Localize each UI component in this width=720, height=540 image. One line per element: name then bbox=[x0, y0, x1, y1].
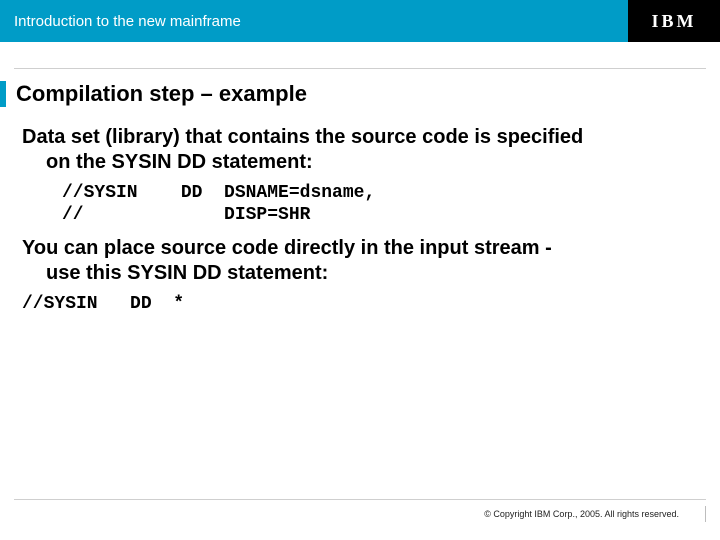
page-title: Compilation step – example bbox=[16, 81, 307, 107]
paragraph-1: Data set (library) that contains the sou… bbox=[22, 125, 698, 175]
paragraph-2: You can place source code directly in th… bbox=[22, 236, 698, 286]
page-divider bbox=[705, 506, 706, 522]
code-block-2: //SYSIN DD * bbox=[22, 294, 698, 316]
footer-row: © Copyright IBM Corp., 2005. All rights … bbox=[14, 506, 706, 522]
title-row: Compilation step – example bbox=[0, 81, 720, 107]
body-content: Data set (library) that contains the sou… bbox=[0, 107, 720, 316]
header-subtitle: Introduction to the new mainframe bbox=[0, 0, 628, 42]
footer: © Copyright IBM Corp., 2005. All rights … bbox=[0, 499, 720, 522]
ibm-logo: IBM bbox=[628, 0, 720, 42]
title-accent-bar bbox=[0, 81, 6, 107]
paragraph-1-lead: Data set (library) that contains the sou… bbox=[22, 126, 583, 148]
paragraph-2-lead: You can place source code directly in th… bbox=[22, 237, 552, 259]
code-block-1: //SYSIN DD DSNAME=dsname, // DISP=SHR bbox=[62, 183, 698, 226]
slide: Introduction to the new mainframe IBM Co… bbox=[0, 0, 720, 540]
divider-bottom bbox=[14, 499, 706, 500]
header-band: Introduction to the new mainframe IBM bbox=[0, 0, 720, 42]
copyright-text: © Copyright IBM Corp., 2005. All rights … bbox=[484, 509, 679, 519]
paragraph-1-rest: on the SYSIN DD statement: bbox=[22, 150, 698, 175]
divider-top bbox=[14, 68, 706, 69]
paragraph-2-rest: use this SYSIN DD statement: bbox=[22, 261, 698, 286]
